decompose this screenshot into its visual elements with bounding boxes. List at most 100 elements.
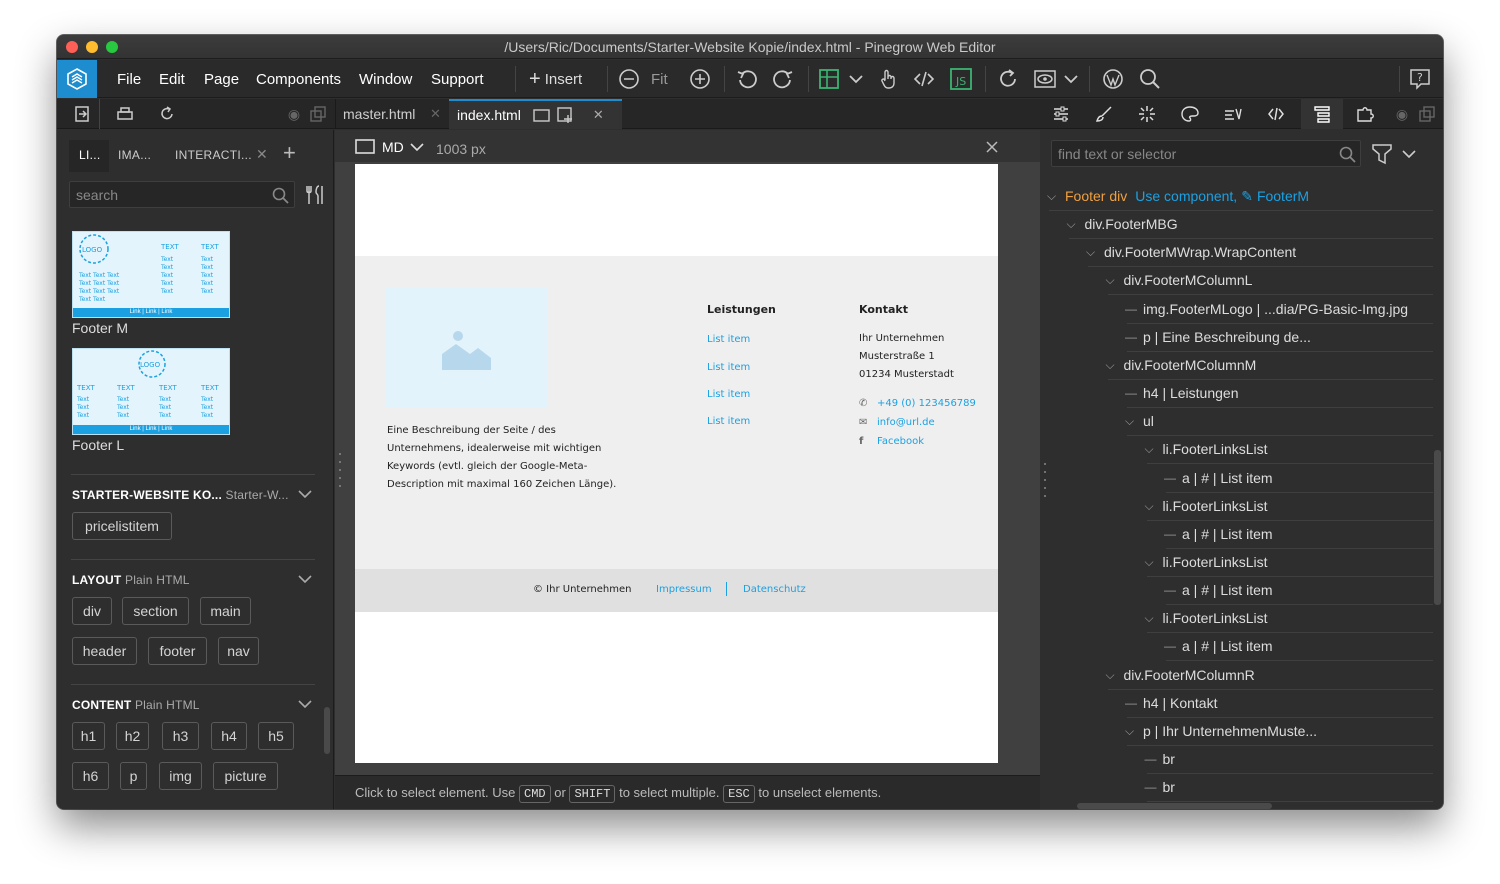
footer-l-thumbnail[interactable]: LOGO TEXT TEXT TEXT TEXT Text Text Text Text T… [72,348,230,435]
tree-expand-chevron-icon[interactable]: ⌵ [1106,273,1115,288]
breakpoint-size[interactable]: MD [382,139,404,155]
email-link[interactable]: ✉ info@url.de [859,417,935,428]
h6-chip[interactable]: h6 [72,762,109,790]
detach-icon[interactable] [308,99,328,129]
tree-node[interactable]: — br [1041,774,1433,803]
tree-expand-chevron-icon[interactable]: ⌵ [1067,217,1076,232]
tree-expand-chevron-icon[interactable]: ⌵ [1086,245,1095,260]
picture-chip[interactable]: picture [213,762,278,790]
tree-node[interactable]: — a | # | List item [1041,633,1433,662]
tree-node[interactable]: ⌵ ul [1041,408,1433,437]
layout-section-title[interactable]: LAYOUT Plain HTML [72,573,190,587]
pencil-icon[interactable]: ✎ [1241,188,1253,204]
tree-node[interactable]: ⌵ li.FooterLinksList [1041,605,1433,634]
footer-bottom-bar[interactable]: © Ihr Unternehmen Impressum Datenschutz [355,569,998,612]
tree-expand-chevron-icon[interactable]: ⌵ [1125,414,1134,429]
h1-chip[interactable]: h1 [72,722,105,750]
content-section-title[interactable]: CONTENT Plain HTML [72,698,200,712]
scrollbar[interactable] [1434,450,1441,605]
layout-grid-icon[interactable] [818,67,840,91]
insert-button[interactable]: + Insert [529,67,582,91]
address-block[interactable]: Ihr Unternehmen Musterstraße 1 01234 Mus… [859,330,954,384]
close-icon[interactable] [986,141,998,153]
tree-node[interactable]: ⌵ Footer div Use component, ✎ FooterM [1041,183,1433,211]
menu-components[interactable]: Components [256,71,341,88]
list-item-link[interactable]: List item [707,416,750,427]
nav-chip[interactable]: nav [218,637,259,665]
chevron-down-icon[interactable] [410,141,424,153]
tree-node[interactable]: ⌵ div.FooterMColumnL [1041,267,1433,296]
menu-file[interactable]: File [117,71,141,88]
tree-node[interactable]: — h4 | Kontakt [1041,690,1433,718]
tree-node[interactable]: — a | # | List item [1041,465,1433,493]
component-name-link[interactable]: FooterM [1257,188,1309,204]
properties-sliders-icon[interactable] [1050,99,1072,129]
close-tab-icon[interactable]: ✕ [430,99,444,129]
palette-icon[interactable] [1179,99,1201,129]
help-icon[interactable]: ? [1409,67,1431,91]
impressum-link[interactable]: Impressum [656,584,712,595]
menu-support[interactable]: Support [431,71,484,88]
tree-node[interactable]: ⌵ div.FooterMColumnR [1041,662,1433,690]
chevron-down-icon[interactable] [1402,148,1416,160]
menu-window[interactable]: Window [359,71,412,88]
tree-node[interactable]: ⌵ div.FooterMColumnM [1041,352,1433,380]
starter-section-title[interactable]: STARTER-WEBSITE KO... Starter-W... [72,488,289,502]
chevron-down-icon[interactable] [298,487,312,501]
find-selector-input[interactable]: find text or selector [1051,140,1361,167]
tree-expand-chevron-icon[interactable]: ⌵ [1106,668,1115,683]
tree-expand-chevron-icon[interactable]: ⌵ [1145,555,1154,570]
tree-node[interactable]: — p | Eine Beschreibung de... [1041,324,1433,352]
print-icon[interactable] [111,99,139,129]
components-puzzle-icon[interactable] [1354,99,1376,129]
hand-pointer-icon[interactable] [877,67,899,91]
typography-icon[interactable] [1222,99,1244,129]
use-component-link[interactable]: Use component, [1135,188,1237,204]
h5-chip[interactable]: h5 [258,722,294,750]
zoom-in-icon[interactable] [689,67,711,91]
h3-chip[interactable]: h3 [162,722,199,750]
kontakt-heading[interactable]: Kontakt [859,303,908,316]
tree-node[interactable]: ⌵ div.FooterMBG [1041,211,1433,240]
tree-node[interactable]: ⌵ li.FooterLinksList [1041,436,1433,465]
close-tab-icon[interactable]: ✕ [593,107,604,123]
footer-chip[interactable]: footer [148,637,207,665]
footer-logo-image[interactable] [386,288,548,408]
chevron-down-icon[interactable] [298,572,312,586]
page-canvas[interactable]: Eine Beschreibung der Seite / des Untern… [355,164,998,763]
tree-node[interactable]: ⌵ p | Ihr UnternehmenMuste... [1041,718,1433,746]
js-icon[interactable]: JS [950,67,972,91]
copyright-text[interactable]: © Ihr Unternehmen [533,584,631,595]
fit-button[interactable]: Fit [651,67,668,91]
zoom-out-icon[interactable] [618,67,640,91]
main-chip[interactable]: main [200,597,251,625]
scrollbar[interactable] [324,707,330,754]
tools-icon[interactable] [304,184,326,206]
export-icon[interactable] [67,99,97,129]
tree-node[interactable]: — a | # | List item [1041,521,1433,549]
search-icon[interactable] [272,187,290,205]
menu-page[interactable]: Page [204,71,239,88]
tree-node[interactable]: — br [1041,746,1433,774]
horizontal-scrollbar[interactable] [1077,803,1272,809]
chevron-down-icon[interactable] [1063,67,1079,91]
tree-node[interactable]: ⌵ div.FooterMWrap.WrapContent [1041,239,1433,268]
header-chip[interactable]: header [72,637,137,665]
preview-eye-icon[interactable] [1033,67,1057,91]
list-item-link[interactable]: List item [707,389,750,400]
p-chip[interactable]: p [120,762,147,790]
code-icon[interactable] [913,67,935,91]
tree-node[interactable]: — h4 | Leistungen [1041,380,1433,409]
redo-icon[interactable] [771,67,795,91]
wordpress-icon[interactable] [1101,67,1125,91]
tab-images[interactable]: IMA... [118,148,151,162]
tree-expand-chevron-icon[interactable]: ⌵ [1125,724,1134,739]
undo-icon[interactable] [735,67,759,91]
h4-chip[interactable]: h4 [211,722,247,750]
footer-section[interactable]: Eine Beschreibung der Seite / des Untern… [355,256,998,569]
pricelistitem-chip[interactable]: pricelistitem [72,512,172,540]
search-icon[interactable] [1339,146,1357,164]
detach-icon[interactable] [1417,99,1437,129]
new-window-icon[interactable] [557,106,575,124]
resize-handle-icon[interactable] [338,450,342,490]
